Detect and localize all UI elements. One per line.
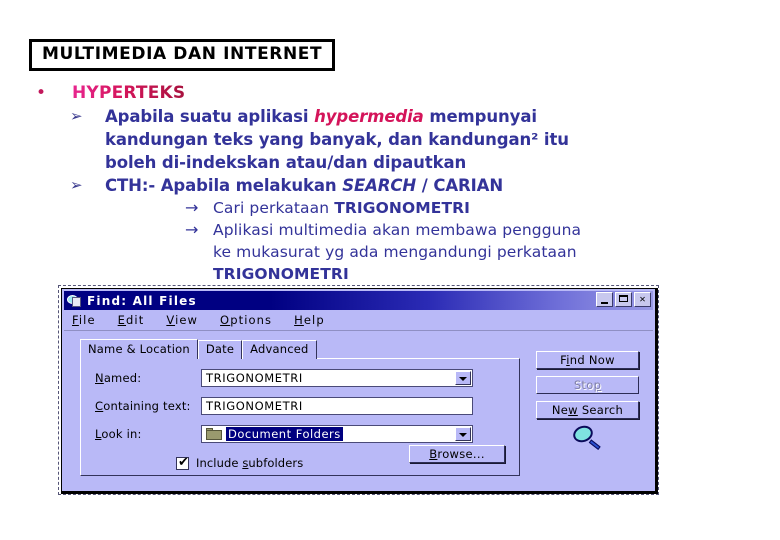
named-label: Named: xyxy=(95,371,142,385)
sub-bullet-2-part-b: / CARIAN xyxy=(416,176,504,195)
menu-item-help[interactable]: Help xyxy=(294,313,325,327)
sub-bullet-1-part-a: Apabila suatu aplikasi xyxy=(105,107,315,126)
sub-sub-bullet-1-text: Cari perkataan TRIGONOMETRI xyxy=(213,197,470,219)
close-icon[interactable]: ✕ xyxy=(634,292,651,307)
checkmark-icon: ✔ xyxy=(178,454,189,470)
sub-sub-2-line-2: ke mukasurat yg ada mengandungi perkataa… xyxy=(213,243,577,261)
containing-text-value: TRIGONOMETRI xyxy=(206,399,303,413)
look-in-row: Look in: Document Folders xyxy=(81,425,519,443)
sub-bullet-1-part-b: mempunyai xyxy=(423,107,537,126)
sub-bullet-2-emphasis: SEARCH xyxy=(342,176,417,195)
sub-sub-1-keyword: TRIGONOMETRI xyxy=(334,199,471,217)
action-button-column: Find Now Stop New Search xyxy=(536,351,639,454)
containing-text-input[interactable]: TRIGONOMETRI xyxy=(201,397,473,415)
tab-panel-name-and-location: Named: TRIGONOMETRI Containing text: TRI… xyxy=(80,358,520,476)
named-row: Named: TRIGONOMETRI xyxy=(81,369,519,387)
sub-sub-bullet-2-text: Aplikasi multimedia akan membawa penggun… xyxy=(213,219,581,285)
look-in-input[interactable]: Document Folders xyxy=(201,425,473,443)
sub-bullet-2-part-a: CTH:- Apabila melakukan xyxy=(105,176,343,195)
tab-container: Name & Location Date Advanced Named: TRI… xyxy=(80,339,520,476)
minimize-button[interactable] xyxy=(596,292,613,307)
arrow-right-icon: → xyxy=(185,220,199,239)
containing-text-label: Containing text: xyxy=(95,399,191,413)
tab-date[interactable]: Date xyxy=(197,340,243,359)
tab-advanced[interactable]: Advanced xyxy=(242,340,317,359)
sub-sub-2-line-1: Aplikasi multimedia akan membawa penggun… xyxy=(213,221,582,239)
sub-bullet-2: ➢ CTH:- Apabila melakukan SEARCH / CARIA… xyxy=(70,174,630,197)
menu-item-view[interactable]: View xyxy=(166,313,198,327)
containing-text-row: Containing text: TRIGONOMETRI xyxy=(81,397,519,415)
maximize-button[interactable] xyxy=(615,292,632,307)
bullet-marker-icon: • xyxy=(36,83,47,103)
menu-item-edit[interactable]: Edit xyxy=(118,313,145,327)
stop-button: Stop xyxy=(536,376,639,394)
magnifier-icon xyxy=(570,423,605,454)
named-input[interactable]: TRIGONOMETRI xyxy=(201,369,473,387)
include-subfolders-checkbox[interactable]: ✔ xyxy=(176,454,189,470)
browse-button[interactable]: Browse... xyxy=(409,445,505,463)
bullet-heading-label: HYPERTEKS xyxy=(72,83,186,103)
tab-name-and-location[interactable]: Name & Location xyxy=(80,339,198,359)
sub-sub-1-part-a: Cari perkataan xyxy=(213,199,335,217)
find-files-window[interactable]: Find: All Files ✕ File Edit View Options… xyxy=(58,285,659,495)
sub-bullet-1: ➢ Apabila suatu aplikasi hypermedia memp… xyxy=(70,105,630,174)
look-in-value: Document Folders xyxy=(226,427,343,441)
slide-title-box: MULTIMEDIA DAN INTERNET xyxy=(29,39,336,71)
look-in-label: Look in: xyxy=(95,427,142,441)
sub-bullet-1-line-2: kandungan teks yang banyak, dan kandunga… xyxy=(105,130,569,149)
tabstrip[interactable]: Name & Location Date Advanced xyxy=(80,339,520,359)
find-now-button[interactable]: Find Now xyxy=(536,351,639,369)
sub-bullet-1-emphasis: hypermedia xyxy=(314,107,424,126)
chevron-down-icon[interactable] xyxy=(455,371,471,385)
arrow-head-marker-icon: ➢ xyxy=(70,176,83,194)
sub-bullet-2-text: CTH:- Apabila melakukan SEARCH / CARIAN xyxy=(105,174,503,197)
find-magnifier-icon xyxy=(66,293,82,308)
folder-icon xyxy=(206,428,222,440)
window-titlebar[interactable]: Find: All Files ✕ xyxy=(64,291,653,310)
menu-item-file[interactable]: File xyxy=(72,313,96,327)
window-title: Find: All Files xyxy=(87,293,197,308)
sub-sub-bullet-2: → Aplikasi multimedia akan membawa pengg… xyxy=(185,219,630,285)
page-title: MULTIMEDIA DAN INTERNET xyxy=(42,44,323,64)
window-controls: ✕ xyxy=(596,292,651,307)
menubar[interactable]: File Edit View Options Help xyxy=(64,311,653,331)
arrow-head-marker-icon: ➢ xyxy=(70,107,83,125)
include-subfolders-label: Include subfolders xyxy=(196,456,304,470)
new-search-button[interactable]: New Search xyxy=(536,401,639,419)
chevron-down-icon[interactable] xyxy=(455,427,471,441)
sub-bullet-1-line-3: boleh di-indekskan atau/dan dipautkan xyxy=(105,153,467,172)
sub-bullet-1-text: Apabila suatu aplikasi hypermedia mempun… xyxy=(105,105,569,174)
bullet-hyperteks: • HYPERTEKS xyxy=(30,82,630,105)
arrow-right-icon: → xyxy=(185,198,199,217)
slide-body: • HYPERTEKS ➢ Apabila suatu aplikasi hyp… xyxy=(30,82,630,285)
menu-item-options[interactable]: Options xyxy=(220,313,272,327)
sub-sub-2-keyword: TRIGONOMETRI xyxy=(213,265,349,283)
named-value: TRIGONOMETRI xyxy=(206,371,303,385)
sub-sub-bullet-1: → Cari perkataan TRIGONOMETRI xyxy=(185,197,630,219)
